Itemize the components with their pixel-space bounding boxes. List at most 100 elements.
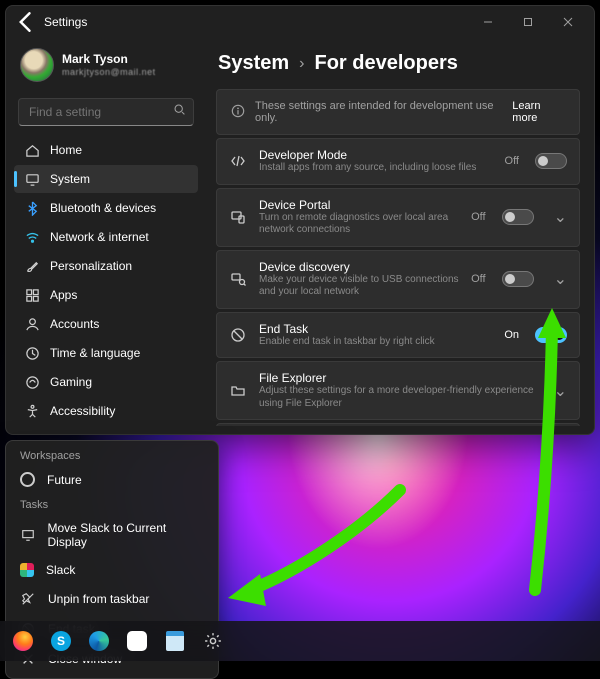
taskbar-slack[interactable] bbox=[120, 624, 154, 658]
row-desc: Make your device visible to USB connecti… bbox=[259, 274, 459, 299]
main-panel: System › For developers These settings a… bbox=[206, 38, 594, 434]
user-email: markjtyson@mail.net bbox=[62, 67, 156, 77]
user-icon bbox=[24, 316, 40, 332]
nav-personalization[interactable]: Personalization bbox=[14, 252, 198, 280]
breadcrumb-root[interactable]: System bbox=[218, 52, 289, 75]
nav-gaming[interactable]: Gaming bbox=[14, 368, 198, 396]
banner-text: These settings are intended for developm… bbox=[255, 100, 502, 124]
ctx-header-tasks: Tasks bbox=[6, 494, 218, 514]
close-button[interactable] bbox=[548, 8, 588, 36]
maximize-button[interactable] bbox=[508, 8, 548, 36]
gear-icon bbox=[204, 632, 222, 650]
minimize-button[interactable] bbox=[468, 8, 508, 36]
search-icon bbox=[173, 103, 186, 121]
chevron-down-icon[interactable]: ⌄ bbox=[554, 269, 567, 289]
accessibility-icon bbox=[24, 403, 40, 419]
nav-time[interactable]: Time & language bbox=[14, 339, 198, 367]
row-desc: Install apps from any source, including … bbox=[259, 162, 493, 175]
nav-accessibility[interactable]: Accessibility bbox=[14, 397, 198, 425]
taskbar-firefox[interactable] bbox=[6, 624, 40, 658]
nav-privacy[interactable]: Privacy & security bbox=[14, 426, 198, 430]
nav-system[interactable]: System bbox=[14, 165, 198, 193]
taskbar-settings[interactable] bbox=[196, 624, 230, 658]
toggle-developer-mode[interactable] bbox=[535, 153, 567, 169]
ctx-label: Move Slack to Current Display bbox=[48, 521, 204, 549]
slack-icon bbox=[127, 631, 147, 651]
row-file-explorer[interactable]: File ExplorerAdjust these settings for a… bbox=[216, 361, 580, 420]
row-desc: Adjust these settings for a more develop… bbox=[259, 385, 534, 410]
back-button[interactable] bbox=[12, 8, 40, 36]
portal-icon bbox=[229, 209, 247, 225]
page-title: For developers bbox=[314, 52, 457, 75]
row-desc: Enable end task in taskbar by right clic… bbox=[259, 336, 492, 349]
apps-icon bbox=[24, 287, 40, 303]
end-task-icon bbox=[229, 327, 247, 343]
ctx-label: Slack bbox=[46, 563, 75, 577]
row-title: End Task bbox=[259, 322, 492, 336]
nav-label: System bbox=[50, 172, 90, 186]
wifi-icon bbox=[24, 229, 40, 245]
row-developer-mode[interactable]: Developer ModeInstall apps from any sour… bbox=[216, 138, 580, 185]
nav-apps[interactable]: Apps bbox=[14, 281, 198, 309]
nav-label: Bluetooth & devices bbox=[50, 201, 156, 215]
row-device-portal[interactable]: Device PortalTurn on remote diagnostics … bbox=[216, 188, 580, 247]
learn-more-link[interactable]: Learn more bbox=[512, 100, 565, 124]
skype-icon: S bbox=[51, 631, 71, 651]
notepad-icon bbox=[166, 631, 184, 651]
nav-label: Network & internet bbox=[50, 230, 149, 244]
row-title: Developer Mode bbox=[259, 148, 493, 162]
titlebar: Settings bbox=[6, 6, 594, 38]
toggle-device-discovery[interactable] bbox=[502, 271, 534, 287]
brush-icon bbox=[24, 258, 40, 274]
taskbar-notepad[interactable] bbox=[158, 624, 192, 658]
search-input[interactable] bbox=[18, 98, 194, 126]
row-remote-desktop[interactable]: Remote DesktopEnable Remote Desktop and … bbox=[216, 423, 580, 426]
taskbar-skype[interactable]: S bbox=[44, 624, 78, 658]
home-icon bbox=[24, 142, 40, 158]
chevron-down-icon[interactable]: ⌄ bbox=[554, 207, 567, 227]
taskbar-edge[interactable] bbox=[82, 624, 116, 658]
monitor-icon bbox=[20, 527, 36, 543]
ctx-slack[interactable]: Slack bbox=[6, 556, 218, 584]
chevron-right-icon: › bbox=[299, 55, 304, 73]
nav-label: Personalization bbox=[50, 259, 132, 273]
row-end-task[interactable]: End TaskEnable end task in taskbar by ri… bbox=[216, 312, 580, 359]
edge-icon bbox=[89, 631, 109, 651]
row-title: Device discovery bbox=[259, 260, 459, 274]
taskbar: S bbox=[0, 621, 600, 661]
clock-icon bbox=[24, 345, 40, 361]
ctx-move-display[interactable]: Move Slack to Current Display bbox=[6, 514, 218, 556]
ctx-workspace-future[interactable]: Future bbox=[6, 465, 218, 494]
nav-accounts[interactable]: Accounts bbox=[14, 310, 198, 338]
nav-label: Accounts bbox=[50, 317, 99, 331]
nav-label: Gaming bbox=[50, 375, 92, 389]
gaming-icon bbox=[24, 374, 40, 390]
chevron-down-icon[interactable]: ⌄ bbox=[554, 381, 567, 401]
toggle-end-task[interactable] bbox=[535, 327, 567, 343]
nav-label: Apps bbox=[50, 288, 77, 302]
toggle-device-portal[interactable] bbox=[502, 209, 534, 225]
toggle-state: On bbox=[504, 329, 519, 341]
nav-bluetooth[interactable]: Bluetooth & devices bbox=[14, 194, 198, 222]
row-device-discovery[interactable]: Device discoveryMake your device visible… bbox=[216, 250, 580, 309]
settings-rows: Developer ModeInstall apps from any sour… bbox=[216, 138, 580, 426]
slack-icon bbox=[20, 563, 34, 577]
row-title: File Explorer bbox=[259, 371, 534, 385]
nav-list: Home System Bluetooth & devices Network … bbox=[14, 136, 198, 430]
bluetooth-icon bbox=[24, 200, 40, 216]
ctx-unpin[interactable]: Unpin from taskbar bbox=[6, 584, 218, 614]
discovery-icon bbox=[229, 271, 247, 287]
nav-label: Home bbox=[50, 143, 82, 157]
user-block[interactable]: Mark Tyson markjtyson@mail.net bbox=[14, 44, 198, 90]
code-icon bbox=[229, 153, 247, 169]
avatar bbox=[20, 48, 54, 82]
nav-home[interactable]: Home bbox=[14, 136, 198, 164]
folder-icon bbox=[229, 383, 247, 399]
window-title: Settings bbox=[44, 15, 87, 29]
row-desc: Turn on remote diagnostics over local ar… bbox=[259, 212, 459, 237]
info-banner: These settings are intended for developm… bbox=[216, 89, 580, 135]
settings-window: Settings Mark Tyson markjtyson@mail.net bbox=[5, 5, 595, 435]
unpin-icon bbox=[20, 591, 36, 607]
nav-network[interactable]: Network & internet bbox=[14, 223, 198, 251]
sidebar: Mark Tyson markjtyson@mail.net Home Syst… bbox=[6, 38, 206, 434]
